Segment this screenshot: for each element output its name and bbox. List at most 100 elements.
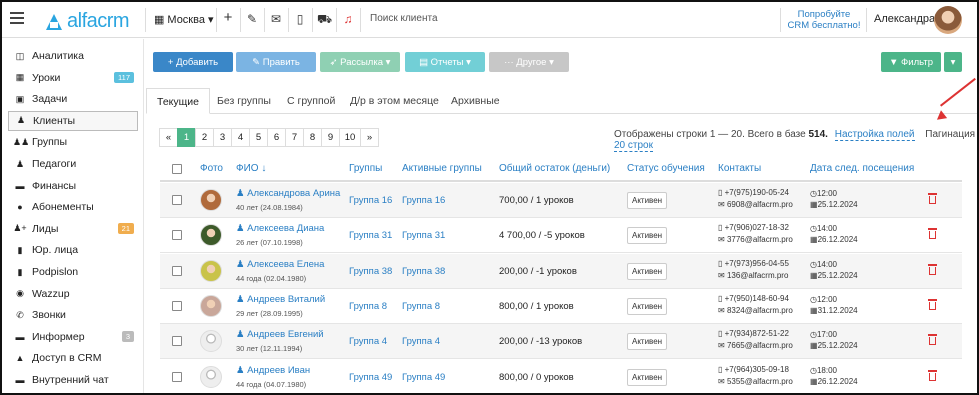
active-group-link[interactable]: Группа 4 bbox=[402, 336, 440, 347]
filter-dropdown-button[interactable]: ▾ bbox=[944, 52, 962, 72]
row-checkbox[interactable] bbox=[172, 195, 182, 205]
table-row[interactable]: ♟ Андреев Иван 44 года (04.07.1980) Группа… bbox=[160, 360, 962, 394]
page-button[interactable]: 2 bbox=[195, 128, 214, 147]
group-link[interactable]: Группа 49 bbox=[349, 372, 392, 383]
delete-icon[interactable] bbox=[928, 228, 937, 240]
sidebar-item-0[interactable]: ◫ Аналитика bbox=[8, 46, 138, 66]
col-balance[interactable]: Общий остаток (деньги) bbox=[499, 163, 610, 174]
tab-1[interactable]: Без группы bbox=[207, 88, 281, 114]
avatar[interactable] bbox=[934, 6, 962, 34]
group-link[interactable]: Группа 16 bbox=[349, 195, 392, 206]
page-button[interactable]: 3 bbox=[213, 128, 232, 147]
cart-icon[interactable]: ⛟ bbox=[317, 12, 332, 28]
filter-button[interactable]: ▼ Фильтр bbox=[881, 52, 941, 72]
row-checkbox[interactable] bbox=[172, 371, 182, 382]
table-row[interactable]: ♟ Андреев Евгений 30 лет (12.11.1994) Груп… bbox=[160, 324, 962, 360]
page-button[interactable]: 1 bbox=[177, 128, 196, 147]
user-name[interactable]: Александра bbox=[874, 13, 935, 25]
mobile-icon[interactable]: ▯ bbox=[293, 12, 307, 26]
select-all-checkbox[interactable] bbox=[172, 164, 182, 174]
client-photo[interactable] bbox=[200, 330, 222, 353]
sidebar-item-13[interactable]: ▬ Информер 3 bbox=[8, 327, 138, 347]
client-name-link[interactable]: ♟ Андреев Иван bbox=[236, 365, 310, 376]
sidebar-item-8[interactable]: ♟+ Лиды 21 bbox=[8, 219, 138, 239]
client-photo[interactable] bbox=[200, 294, 222, 317]
client-name-link[interactable]: ♟ Андреев Виталий bbox=[236, 294, 325, 305]
sidebar-item-12[interactable]: ✆ Звонки bbox=[8, 305, 138, 325]
delete-icon[interactable] bbox=[928, 369, 937, 381]
delete-icon[interactable] bbox=[928, 263, 937, 275]
search-input[interactable]: Поиск клиента bbox=[370, 13, 438, 24]
row-checkbox[interactable] bbox=[172, 265, 182, 276]
col-next-visit[interactable]: Дата след. посещения bbox=[810, 163, 914, 174]
group-link[interactable]: Группа 31 bbox=[349, 230, 392, 241]
col-contacts[interactable]: Контакты bbox=[718, 163, 761, 174]
sidebar-item-5[interactable]: ♟ Педагоги bbox=[8, 154, 138, 174]
page-button[interactable]: 6 bbox=[267, 128, 286, 147]
sidebar-item-9[interactable]: ▮ Юр. лица bbox=[8, 240, 138, 260]
sidebar-item-2[interactable]: ▣ Задачи bbox=[8, 89, 138, 109]
client-photo[interactable] bbox=[200, 365, 222, 388]
logo[interactable]: alfacrm bbox=[44, 10, 130, 33]
active-group-link[interactable]: Группа 8 bbox=[402, 301, 440, 312]
active-group-link[interactable]: Группа 16 bbox=[402, 195, 445, 206]
sidebar-item-1[interactable]: ▦ Уроки 117 bbox=[8, 68, 138, 88]
edit-button[interactable]: ✎ Править bbox=[236, 52, 316, 72]
tab-0[interactable]: Текущие bbox=[146, 88, 210, 114]
table-row[interactable]: ♟ Алексеева Диана 26 лет (07.10.1998) Груп… bbox=[160, 218, 962, 254]
client-name-link[interactable]: ♟ Алексеева Елена bbox=[236, 259, 324, 270]
add-button[interactable]: + Добавить bbox=[153, 52, 233, 72]
group-link[interactable]: Группа 38 bbox=[349, 266, 392, 277]
menu-icon[interactable] bbox=[10, 12, 24, 24]
group-link[interactable]: Группа 4 bbox=[349, 336, 387, 347]
plus-icon[interactable]: + bbox=[221, 9, 235, 26]
mailing-button[interactable]: ➶ Рассылка ▾ bbox=[320, 52, 400, 72]
reports-button[interactable]: ▤ Отчеты ▾ bbox=[405, 52, 485, 72]
field-settings-link[interactable]: Настройка полей bbox=[834, 129, 915, 141]
active-group-link[interactable]: Группа 31 bbox=[402, 230, 445, 241]
wrench-icon[interactable]: ✎ bbox=[245, 12, 259, 26]
delete-icon[interactable] bbox=[928, 334, 937, 346]
page-button[interactable]: 4 bbox=[231, 128, 250, 147]
row-checkbox[interactable] bbox=[172, 230, 182, 241]
table-row[interactable]: ♟ Алексеева Елена 44 года (02.04.1980) Гру… bbox=[160, 253, 962, 289]
sidebar-item-15[interactable]: ▬ Внутренний чат bbox=[8, 370, 138, 390]
tab-3[interactable]: Д/р в этом месяце bbox=[340, 88, 449, 114]
client-photo[interactable] bbox=[200, 224, 222, 247]
page-button[interactable]: 8 bbox=[303, 128, 322, 147]
sidebar-item-6[interactable]: ▬ Финансы bbox=[8, 176, 138, 196]
table-row[interactable]: ♟ Андреев Виталий 29 лет (28.09.1995) Груп… bbox=[160, 289, 962, 324]
table-row[interactable]: ♟ Александрова Арина 40 лет (24.08.1984) Г… bbox=[160, 183, 962, 218]
sidebar-item-11[interactable]: ◉ Wazzup bbox=[8, 284, 138, 304]
client-photo[interactable] bbox=[200, 259, 222, 282]
envelope-icon[interactable]: ✉ bbox=[269, 12, 283, 26]
page-button[interactable]: » bbox=[360, 128, 379, 147]
page-size-link[interactable]: 20 строк bbox=[614, 140, 653, 152]
city-selector[interactable]: ▦ Москва ▾ bbox=[154, 13, 214, 27]
active-group-link[interactable]: Группа 49 bbox=[402, 372, 445, 383]
page-button[interactable]: 5 bbox=[249, 128, 268, 147]
row-checkbox[interactable] bbox=[172, 300, 182, 311]
promo-link[interactable]: Попробуйте CRM бесплатно! bbox=[784, 9, 864, 31]
tab-4[interactable]: Архивные bbox=[441, 88, 510, 114]
col-groups[interactable]: Группы bbox=[349, 163, 382, 174]
delete-icon[interactable] bbox=[928, 298, 937, 310]
sidebar-item-14[interactable]: ▲ Доступ в CRM bbox=[8, 348, 138, 368]
col-active-groups[interactable]: Активные группы bbox=[402, 163, 482, 174]
group-link[interactable]: Группа 8 bbox=[349, 301, 387, 312]
sidebar-item-10[interactable]: ▮ Podpislon bbox=[8, 262, 138, 282]
col-status[interactable]: Статус обучения bbox=[627, 163, 705, 174]
col-fio[interactable]: ФИО ↓ bbox=[236, 163, 266, 174]
page-button[interactable]: 7 bbox=[285, 128, 304, 147]
bell-icon[interactable]: ♫ bbox=[341, 12, 355, 26]
sidebar-item-4[interactable]: ♟♟ Группы bbox=[8, 132, 138, 152]
client-name-link[interactable]: ♟ Александрова Арина bbox=[236, 188, 340, 199]
client-photo[interactable] bbox=[200, 189, 222, 211]
delete-icon[interactable] bbox=[928, 193, 937, 204]
page-button[interactable]: 10 bbox=[339, 128, 361, 147]
other-button[interactable]: ··· Другое ▾ bbox=[489, 52, 569, 72]
row-checkbox[interactable] bbox=[172, 336, 182, 347]
client-name-link[interactable]: ♟ Алексеева Диана bbox=[236, 223, 324, 234]
sidebar-item-7[interactable]: ● Абонементы bbox=[8, 197, 138, 217]
active-group-link[interactable]: Группа 38 bbox=[402, 266, 445, 277]
